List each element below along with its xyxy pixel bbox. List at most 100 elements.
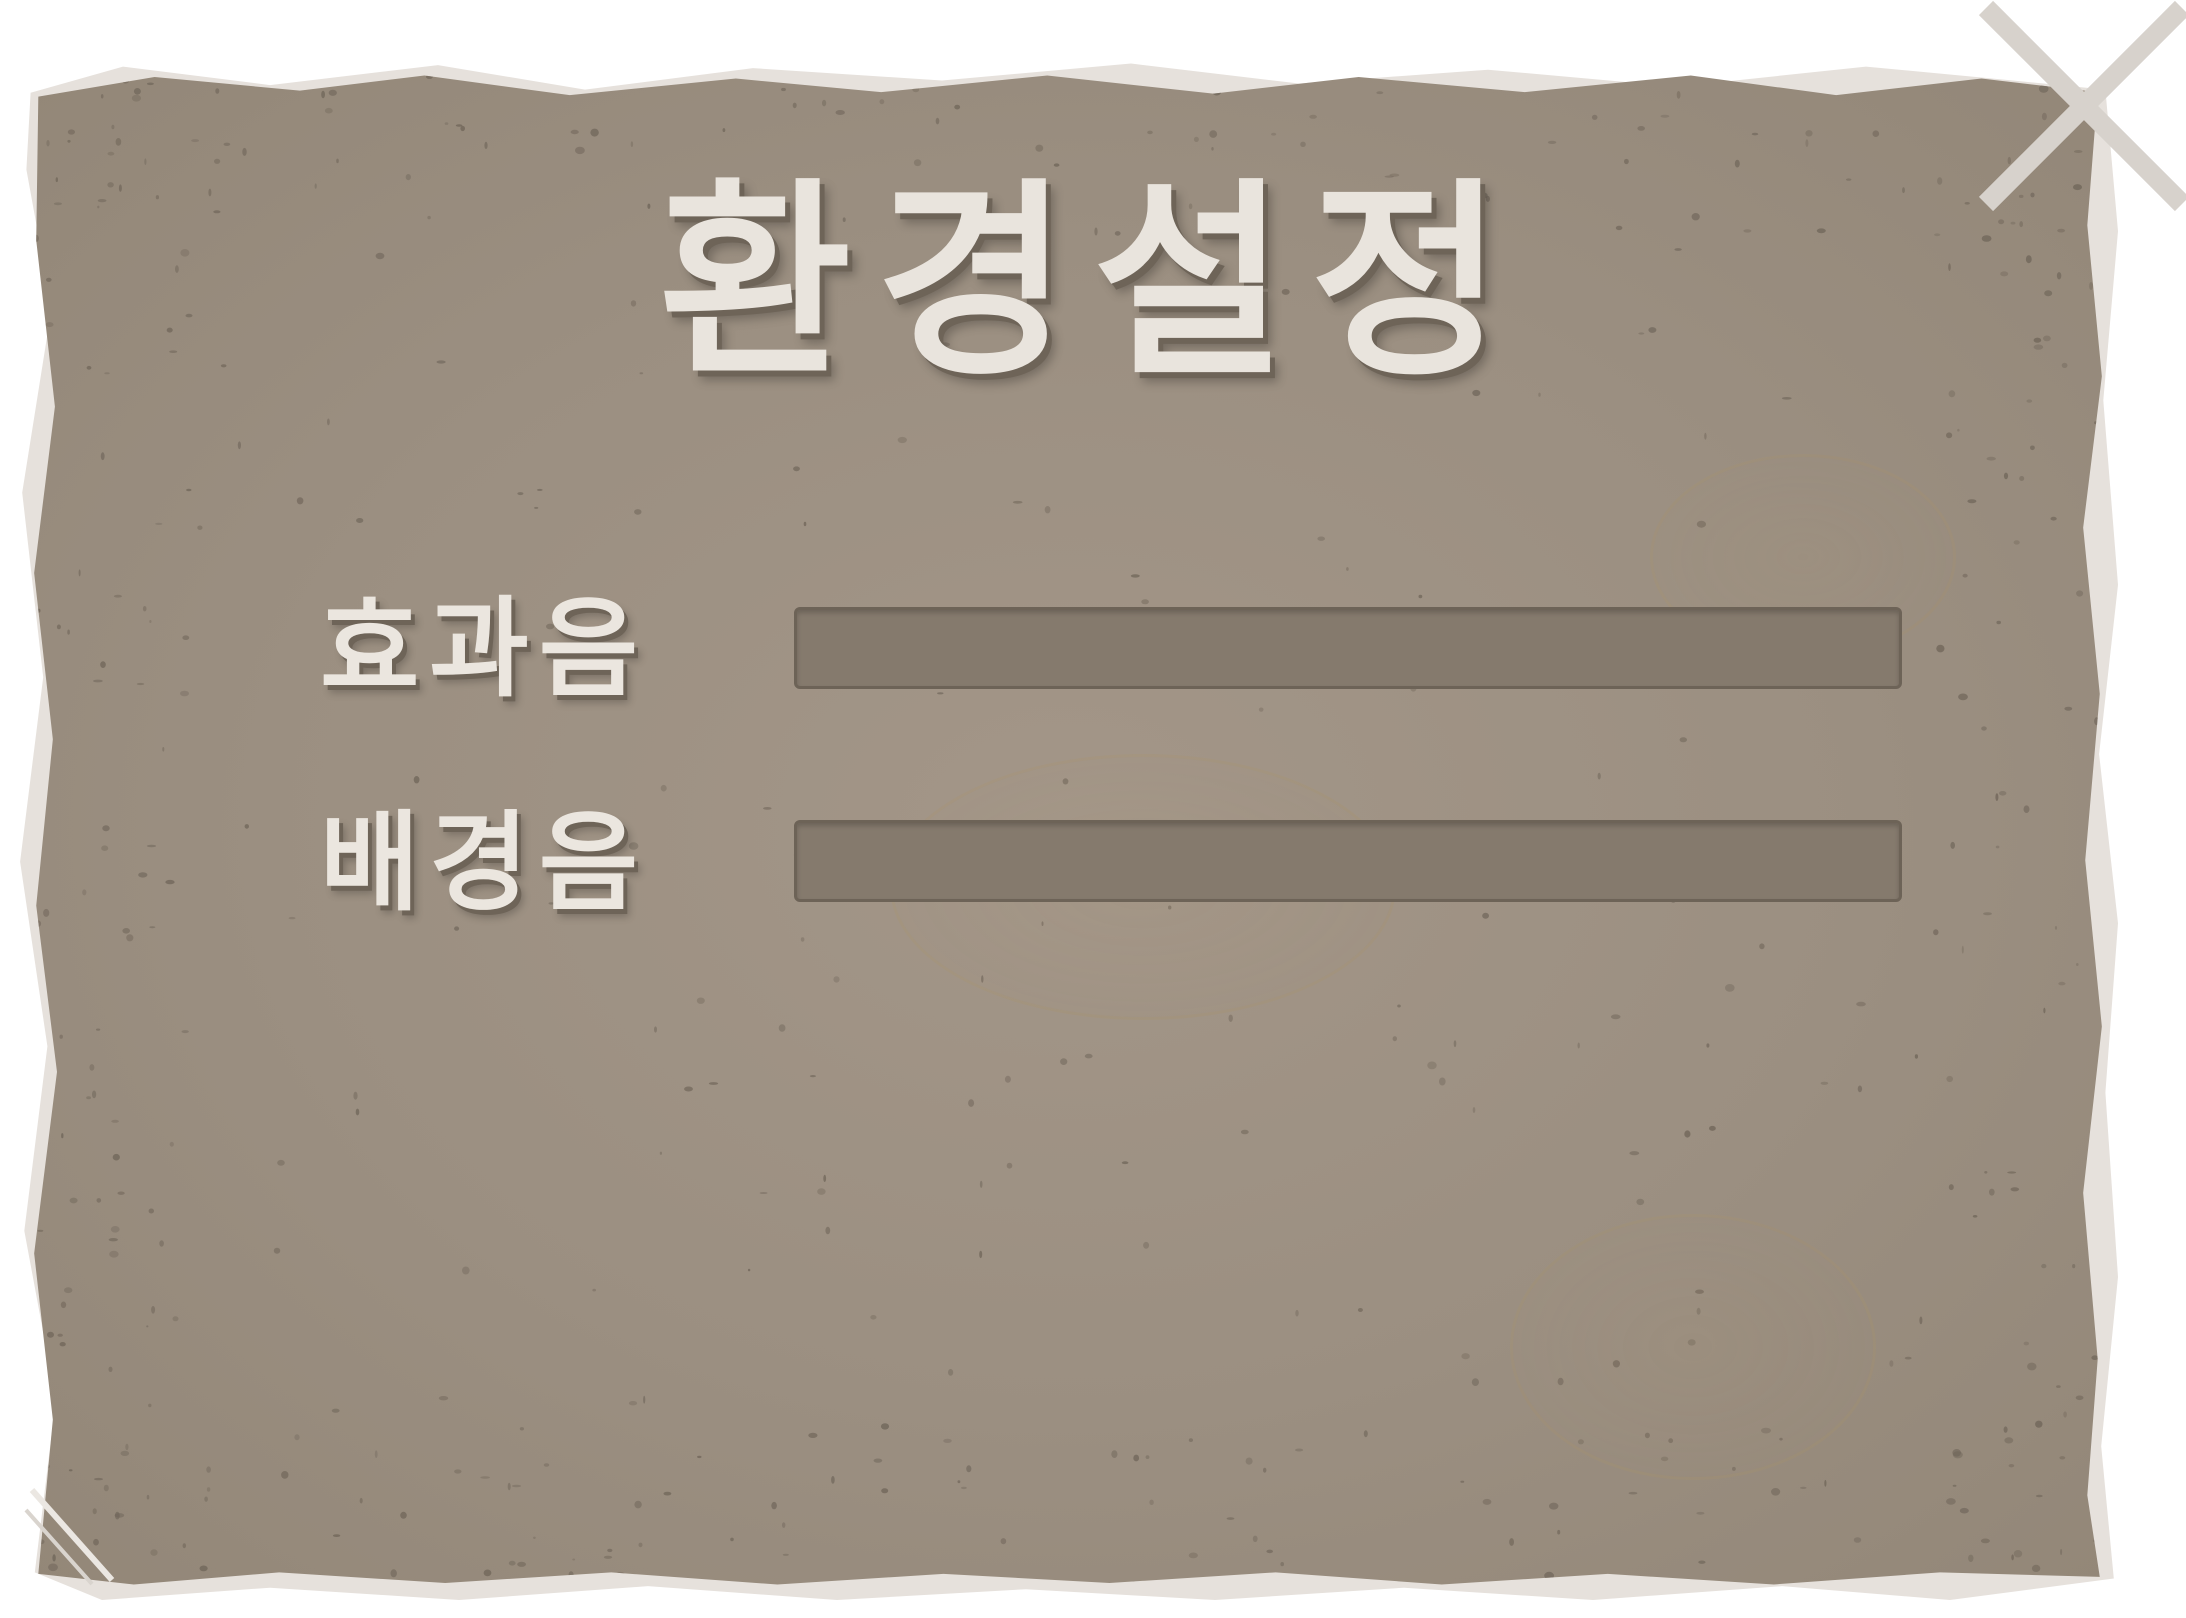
speckle [823, 1174, 827, 1182]
speckle [328, 89, 337, 96]
speckle [199, 1565, 208, 1572]
speckle [1948, 1184, 1954, 1191]
speckle [1547, 140, 1557, 144]
speckle [57, 1333, 63, 1337]
speckle [64, 1287, 73, 1294]
speckle [879, 99, 885, 105]
speckle [708, 1082, 719, 1085]
speckle [1936, 644, 1945, 653]
speckle [204, 1496, 208, 1502]
speckle [296, 497, 304, 505]
speckle [150, 1549, 158, 1556]
speckle [1628, 1491, 1638, 1495]
speckle [833, 976, 840, 983]
speckle [1660, 114, 1670, 118]
speckle [112, 1153, 120, 1161]
speckle [570, 129, 579, 135]
speckle [517, 1561, 526, 1567]
speckle [1629, 1151, 1640, 1156]
speckle [1549, 1502, 1559, 1510]
speckle [484, 141, 488, 149]
speckle [957, 1480, 961, 1484]
speckle [2059, 1456, 2066, 1460]
speckle [1309, 114, 1317, 119]
speckle [1800, 1486, 1807, 1489]
corner-scratch [24, 1488, 115, 1586]
speckle [223, 142, 231, 146]
close-icon [1978, 0, 2186, 212]
speckle [1946, 1498, 1956, 1505]
speckle [67, 129, 75, 135]
close-button[interactable] [1976, 0, 2186, 214]
speckle [1696, 1511, 1705, 1515]
speckle [1453, 1040, 1457, 1048]
speckle [1084, 1053, 1093, 1059]
speckle [444, 122, 449, 125]
speckle [831, 1476, 835, 1484]
speckle [321, 90, 325, 99]
speckle [146, 1494, 150, 1500]
speckle [1147, 130, 1153, 135]
speckle [100, 661, 106, 668]
speckle [2007, 1171, 2017, 1174]
speckle [1121, 1161, 1129, 1165]
speckle [1252, 1535, 1258, 1543]
page-title: 환경설정 [658, 160, 1528, 405]
speckle [34, 738, 35, 746]
speckle [56, 624, 61, 630]
speckle [162, 747, 165, 752]
speckle [1188, 1438, 1193, 1442]
speckle [1044, 506, 1051, 514]
speckle [336, 158, 339, 164]
speckle [332, 1534, 341, 1537]
speckle [1676, 91, 1681, 99]
speckle [1266, 1549, 1273, 1554]
speckle [108, 1238, 118, 1242]
speckle [2026, 399, 2033, 403]
speckle [59, 1342, 66, 1347]
speckle [2043, 1007, 2046, 1014]
speckle [100, 452, 105, 461]
speckle [1597, 772, 1601, 780]
background-music-slider[interactable] [794, 820, 1902, 902]
speckle [1509, 1538, 1514, 1546]
speckle [1706, 1043, 1710, 1048]
speckle [590, 128, 599, 137]
speckle [86, 1096, 91, 1100]
settings-screen: 환경설정 효과음 배경음 [0, 0, 2186, 1618]
speckle [643, 1395, 646, 1404]
speckle [2023, 805, 2030, 813]
speckle [2058, 981, 2066, 986]
speckle [2035, 1494, 2043, 1498]
speckle [67, 629, 70, 635]
speckle [1006, 1162, 1013, 1169]
speckle [101, 845, 109, 851]
speckle [793, 466, 800, 472]
speckle [979, 1250, 983, 1259]
speckle [180, 690, 189, 697]
speckle [1427, 1061, 1437, 1070]
speckle [1962, 573, 1968, 578]
speckle [1300, 141, 1306, 147]
speckle [2008, 1464, 2015, 1468]
sound-effects-slider[interactable] [794, 607, 1902, 689]
speckle [1460, 1480, 1465, 1483]
speckle [696, 997, 705, 1004]
speckle [1280, 1562, 1284, 1567]
speckle [536, 488, 543, 491]
speckle [1986, 456, 1996, 461]
speckle [1853, 1537, 1862, 1543]
sound-effects-label: 효과음 [320, 587, 649, 712]
speckle [93, 679, 103, 683]
speckle [1989, 1188, 1995, 1196]
speckle [191, 139, 200, 143]
speckle [355, 1108, 360, 1116]
speckle [2011, 1554, 2014, 1561]
speckle [803, 521, 807, 527]
speckle [1357, 1308, 1363, 1312]
speckle [1228, 1014, 1233, 1022]
speckle [67, 139, 71, 143]
speckle [654, 1026, 657, 1033]
speckle [809, 1075, 817, 1078]
speckle [961, 1486, 967, 1490]
